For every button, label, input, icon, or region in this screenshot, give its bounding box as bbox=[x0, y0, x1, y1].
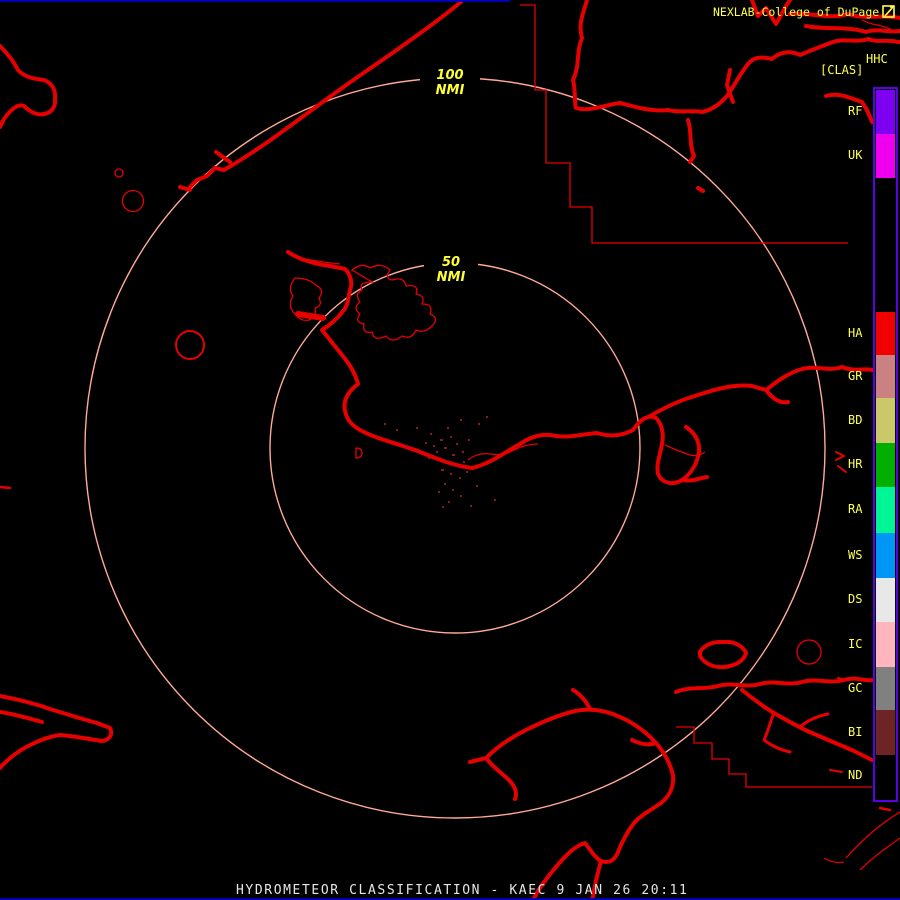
colorbar-label-uk: UK bbox=[848, 148, 863, 162]
colorbar-segment-ic bbox=[876, 622, 895, 667]
colorbar-label-nd: ND bbox=[848, 768, 863, 782]
status-bar-text: HYDROMETEOR CLASSIFICATION - KAEC 9 JAN … bbox=[236, 883, 689, 898]
colorbar-label-bi: BI bbox=[848, 725, 863, 739]
colorbar-label-ha: HA bbox=[848, 326, 863, 340]
site-title: NEXLAB-College of DuPage bbox=[713, 5, 880, 19]
colorbar-label-gr: GR bbox=[848, 369, 863, 383]
colorbar-label-bd: BD bbox=[848, 413, 863, 427]
colorbar-label-rf: RF bbox=[848, 104, 863, 118]
product-tag-label: [CLAS] bbox=[820, 63, 864, 77]
product-code-label: HHC bbox=[866, 52, 888, 66]
colorbar-label-ws: WS bbox=[848, 548, 863, 562]
colorbar-segment-gc bbox=[876, 667, 895, 710]
frame-line-top bbox=[0, 0, 510, 2]
colorbar-segment-rf bbox=[876, 90, 895, 134]
colorbar-label-hr: HR bbox=[848, 457, 863, 471]
range-ring-100nmi-label: 100 NMI bbox=[420, 68, 480, 98]
colorbar-segment-hr bbox=[876, 443, 895, 487]
colorbar-label-ic: IC bbox=[848, 637, 863, 651]
colorbar-segment-ha bbox=[876, 312, 895, 355]
colorbar-segment-ws bbox=[876, 533, 895, 578]
cod-weather-logo-icon bbox=[882, 5, 895, 18]
radar-screen: 100 NMI 50 NMI NEXLAB-College of DuPage … bbox=[0, 0, 900, 900]
colorbar-segment-bd bbox=[876, 398, 895, 443]
colorbar-segment-gr bbox=[876, 355, 895, 398]
colorbar-segment-ra bbox=[876, 487, 895, 533]
colorbar-segment-bi bbox=[876, 710, 895, 755]
colorbar-label-gc: GC bbox=[848, 681, 863, 695]
colorbar-segment-ds bbox=[876, 578, 895, 622]
colorbar: RF UK HA GR BD HR RA WS DS IC GC BI ND bbox=[0, 0, 900, 900]
colorbar-label-ds: DS bbox=[848, 592, 863, 606]
colorbar-segment-nd bbox=[876, 755, 895, 797]
range-ring-50nmi-label: 50 NMI bbox=[424, 255, 478, 285]
colorbar-label-ra: RA bbox=[848, 502, 863, 516]
colorbar-segment-uk bbox=[876, 134, 895, 178]
